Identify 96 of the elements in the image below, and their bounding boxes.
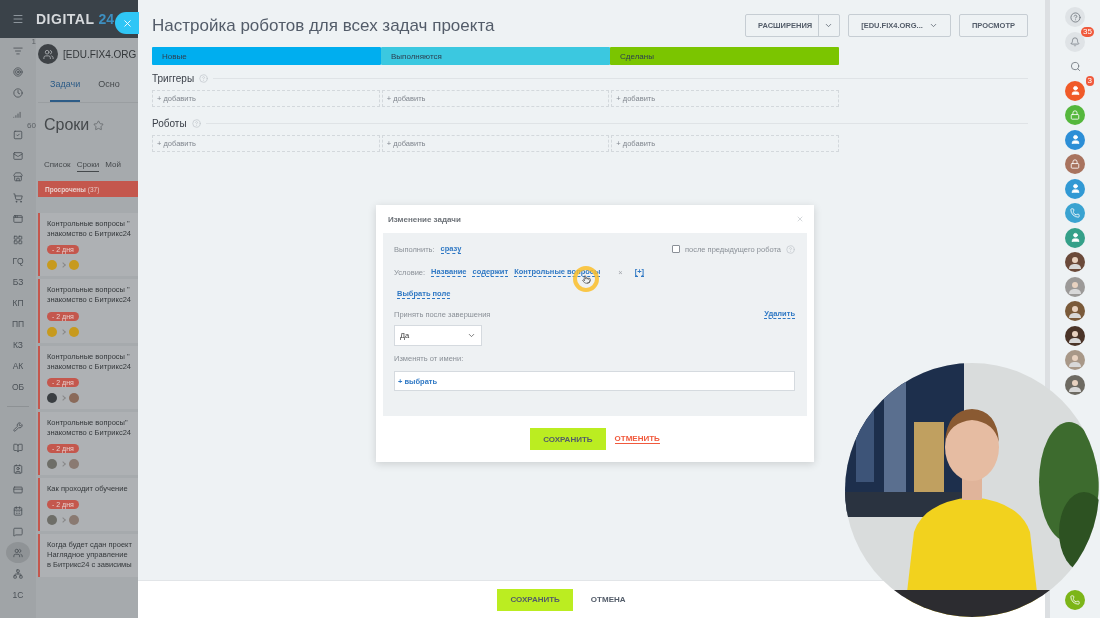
- star-icon[interactable]: [93, 119, 105, 131]
- filter-icon: [13, 45, 23, 56]
- help-icon[interactable]: [191, 118, 201, 128]
- menu-item[interactable]: ПП: [6, 313, 30, 334]
- chat-icon: [13, 526, 23, 537]
- count-badge: 35: [1081, 26, 1094, 37]
- avatar-icon: [47, 515, 57, 526]
- cancel-link[interactable]: ОТМЕНИТЬ: [614, 434, 660, 444]
- count-label: 60: [27, 121, 36, 130]
- avatar-icon: [47, 459, 57, 469]
- group-avatar: [38, 44, 58, 64]
- slider-title: Настройка роботов для всех задач проекта: [152, 15, 495, 36]
- chevron-icon: [467, 331, 476, 340]
- count-badge: 3: [1085, 75, 1094, 86]
- user-icon: [1069, 85, 1081, 96]
- calendar-icon: [13, 505, 23, 516]
- view-tab[interactable]: Список: [44, 160, 71, 172]
- bell-button[interactable]: [1065, 31, 1085, 52]
- after-checkbox[interactable]: [672, 245, 680, 253]
- page-title: Сроки: [44, 116, 90, 134]
- help-button[interactable]: [1065, 7, 1085, 27]
- stage: Выполняются: [381, 47, 610, 65]
- wrench-icon: [13, 421, 23, 432]
- close-icon: [121, 17, 133, 29]
- cancel-link[interactable]: ОТМЕНА: [590, 595, 626, 604]
- avatar-icon: [69, 459, 79, 469]
- people-icon: [13, 547, 23, 558]
- avatar-icon: [69, 326, 79, 337]
- logo-text: DIGITAL: [36, 11, 95, 27]
- avatar-icon: [47, 260, 57, 271]
- bell-icon: [1070, 36, 1080, 47]
- tab[interactable]: Осно: [98, 67, 120, 102]
- contact-avatar[interactable]: [1065, 374, 1085, 395]
- contact-avatar[interactable]: [1065, 252, 1085, 272]
- logo-number: 24: [98, 11, 115, 27]
- person-silhouette-icon: [1068, 279, 1082, 294]
- person-silhouette-icon: [1068, 255, 1082, 269]
- tab[interactable]: Задачи: [50, 67, 81, 102]
- close-icon[interactable]: [796, 215, 804, 223]
- contact-avatar[interactable]: [1065, 325, 1085, 346]
- lock-icon: [1070, 110, 1080, 120]
- stage: Сделаны: [610, 47, 839, 65]
- menu-item[interactable]: КП: [6, 292, 30, 313]
- avatar-icon: [47, 326, 57, 337]
- hierarchy-icon: [13, 568, 23, 579]
- lock-icon: [1070, 159, 1080, 169]
- user-icon: [1069, 232, 1081, 243]
- person-silhouette-icon: [1068, 328, 1082, 343]
- section-title: Роботы: [152, 117, 187, 129]
- contact-card-icon: [13, 463, 23, 474]
- window-icon: [13, 213, 23, 224]
- avatar-icon: [69, 260, 79, 271]
- user-icon: [1069, 183, 1081, 194]
- avatar-icon: [47, 392, 57, 403]
- stage: Новые: [152, 47, 381, 65]
- card-icon: [13, 484, 23, 495]
- help-icon[interactable]: [199, 73, 209, 83]
- menu-item[interactable]: БЗ: [6, 271, 30, 292]
- menu-item[interactable]: АК: [6, 355, 30, 376]
- close-button[interactable]: [115, 12, 139, 34]
- menu-icon[interactable]: [12, 13, 24, 25]
- person-silhouette-icon: [1068, 377, 1082, 392]
- person-silhouette-icon: [1068, 304, 1082, 318]
- clock-icon: [13, 87, 23, 98]
- menu-item[interactable]: ОБ: [6, 376, 30, 397]
- view-tab[interactable]: Мой: [105, 160, 121, 172]
- caret-icon: [928, 21, 938, 30]
- menu-item[interactable]: [6, 542, 30, 563]
- phone-icon: [1070, 595, 1080, 605]
- cart-icon: [13, 192, 23, 203]
- help-icon[interactable]: [786, 244, 795, 254]
- dialog-title: Изменение задачи: [388, 214, 461, 224]
- menu-item[interactable]: ГQ: [6, 250, 30, 271]
- target-icon: [13, 66, 23, 77]
- avatar-icon: [69, 515, 79, 526]
- view-tab[interactable]: Сроки: [76, 160, 100, 172]
- save-button[interactable]: СОХРАНИТЬ: [530, 428, 606, 450]
- save-button[interactable]: СОХРАНИТЬ: [497, 588, 573, 611]
- avatar-icon: [69, 392, 79, 403]
- contact-avatar[interactable]: [1065, 301, 1085, 321]
- section-title: Триггеры: [152, 72, 195, 84]
- menu-item[interactable]: 1С: [6, 584, 30, 605]
- mail-icon: [13, 150, 23, 161]
- group-name[interactable]: [EDU.FIX4.ORG: [63, 48, 137, 60]
- phone-icon: [1070, 208, 1080, 218]
- search-icon: [1069, 60, 1081, 72]
- help-icon: [1069, 11, 1081, 23]
- call-button[interactable]: [1065, 590, 1085, 610]
- menu-item[interactable]: КЗ: [6, 334, 30, 355]
- person-silhouette-icon: [1068, 353, 1082, 367]
- checkbox-icon: [13, 129, 23, 140]
- caret-icon: [824, 21, 834, 30]
- grid-icon: [13, 234, 23, 245]
- store-icon: [13, 171, 23, 182]
- book-icon: [13, 442, 23, 453]
- user-icon: [1069, 134, 1081, 145]
